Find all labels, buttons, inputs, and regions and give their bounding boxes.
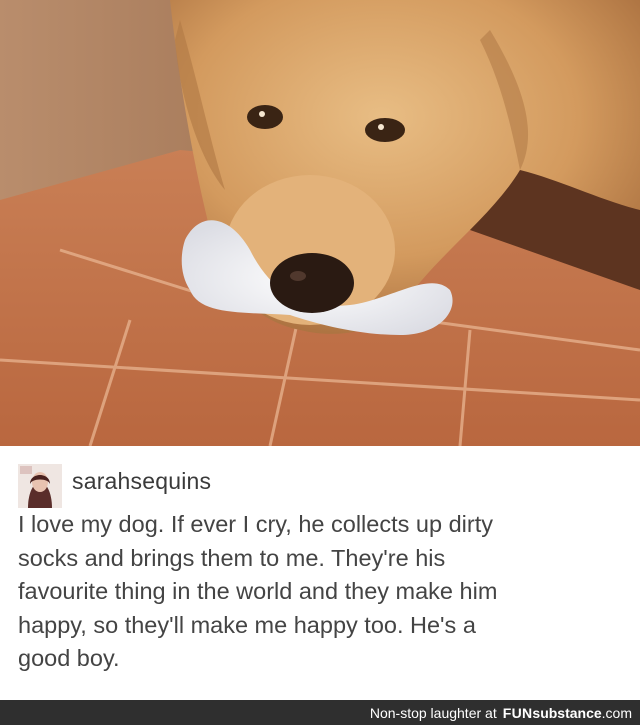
avatar-icon (18, 464, 62, 508)
username-link[interactable]: sarahsequins (72, 468, 211, 495)
post-card: sarahsequins I love my dog. If ever I cr… (0, 446, 640, 700)
post-body: I love my dog. If ever I cry, he collect… (18, 511, 498, 671)
dog-photo (0, 0, 640, 446)
dog-illustration (0, 0, 640, 446)
brand-domain: .com (601, 704, 632, 721)
watermark-footer: Non-stop laughter at FUN substance .com (0, 700, 640, 725)
footer-tagline: Non-stop laughter at (369, 704, 497, 721)
brand-substance: substance (532, 704, 602, 721)
brand-fun: FUN (502, 704, 533, 721)
user-avatar[interactable] (18, 464, 62, 508)
